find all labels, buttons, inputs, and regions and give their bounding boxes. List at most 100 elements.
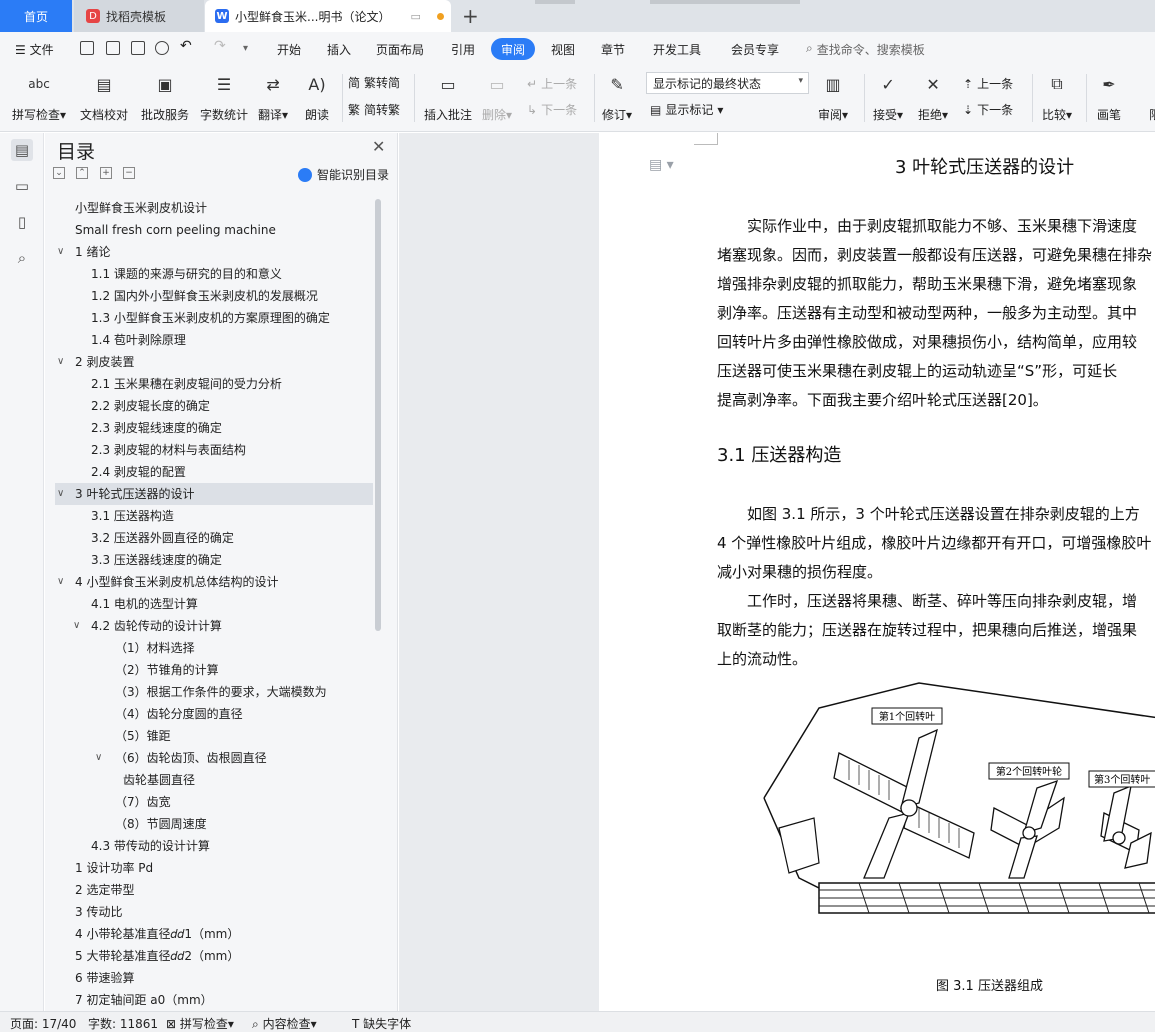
revise-button[interactable]: ✎ 修订▾ [602, 70, 632, 123]
menu-chapter[interactable]: 章节 [601, 41, 625, 58]
chevron-down-icon[interactable]: ∨ [95, 747, 102, 769]
export-pdf-icon[interactable] [106, 41, 120, 55]
toc-item[interactable]: ∨ 4.2 齿轮传动的设计计算 [55, 615, 373, 637]
chevron-down-icon[interactable]: ∨ [57, 483, 64, 505]
spell-check-button[interactable]: abc 拼写检查▾ [12, 70, 66, 123]
search-icon[interactable]: ⌕ [11, 247, 33, 269]
toc-item[interactable]: 小型鲜食玉米剥皮机设计 [55, 197, 373, 219]
spell-check-status[interactable]: ⊠ 拼写检查▾ [166, 1015, 234, 1032]
toc-item[interactable]: 4.3 带传动的设计计算 [55, 835, 373, 857]
smart-toc-button[interactable]: 智能识别目录 [298, 166, 389, 183]
toc-item[interactable]: 2.2 剥皮辊长度的确定 [55, 395, 373, 417]
prev-comment-button[interactable]: ↵ 上一条 [527, 75, 577, 92]
file-menu[interactable]: ☰ 文件 [15, 41, 54, 58]
toc-item[interactable]: （7）齿宽 [55, 791, 373, 813]
toc-item[interactable]: ∨ 3 叶轮式压送器的设计 [55, 483, 373, 505]
toc-item[interactable]: ∨ 4 小型鲜食玉米剥皮机总体结构的设计 [55, 571, 373, 593]
reject-button[interactable]: ✕ 拒绝▾ [918, 70, 948, 123]
chevron-down-icon[interactable]: ∨ [57, 241, 64, 263]
next-change-button[interactable]: ⇣ 下一条 [963, 101, 1013, 118]
toc-item[interactable]: 1.1 课题的来源与研究的目的和意义 [55, 263, 373, 285]
toc-item[interactable]: （4）齿轮分度圆的直径 [55, 703, 373, 725]
toc-item[interactable]: （5）锥距 [55, 725, 373, 747]
menu-start[interactable]: 开始 [277, 41, 301, 58]
toc-item[interactable]: 1 设计功率 Pd [55, 857, 373, 879]
toc-item[interactable]: 1.4 苞叶剥除原理 [55, 329, 373, 351]
toc-item[interactable]: Small fresh corn peeling machine [55, 219, 373, 241]
toc-item[interactable]: 2.4 剥皮辊的配置 [55, 461, 373, 483]
menu-reference[interactable]: 引用 [451, 41, 475, 58]
batch-service-button[interactable]: ▣ 批改服务 [141, 70, 189, 123]
tab-document[interactable]: W 小型鲜食玉米...明书（论文） ▭ [205, 0, 451, 32]
toc-panel-icon[interactable]: ▤ [11, 139, 33, 161]
menu-insert[interactable]: 插入 [327, 41, 351, 58]
delete-comment-button[interactable]: ▭ 删除▾ [482, 70, 512, 123]
compare-button[interactable]: ⧉ 比较▾ [1042, 70, 1072, 123]
tab-home[interactable]: 首页 [0, 0, 72, 32]
toc-item[interactable]: 3.2 压送器外圆直径的确定 [55, 527, 373, 549]
word-count-button[interactable]: ☰ 字数统计 [200, 70, 248, 123]
toc-item[interactable]: 4.1 电机的选型计算 [55, 593, 373, 615]
menu-membership[interactable]: 会员专享 [731, 41, 779, 58]
chevron-down-icon[interactable]: ∨ [57, 351, 64, 373]
collapse-all-icon[interactable]: ⌄ [53, 167, 65, 179]
menu-view[interactable]: 视图 [551, 41, 575, 58]
page-indicator[interactable]: 页面: 17/40 [10, 1015, 76, 1032]
chapter-nav-icon[interactable]: ▭ [11, 175, 33, 197]
missing-font-status[interactable]: T 缺失字体 [352, 1015, 411, 1032]
expand-up-icon[interactable]: ⌃ [76, 167, 88, 179]
toc-item[interactable]: 4 小带轮基准直径𝑑𝑑1（mm） [55, 923, 373, 945]
prev-change-button[interactable]: ⇡ 上一条 [963, 75, 1013, 92]
toc-item[interactable]: ∨ 2 剥皮装置 [55, 351, 373, 373]
toc-item[interactable]: 2.3 剥皮辊的材料与表面结构 [55, 439, 373, 461]
translate-button[interactable]: ⇄ 翻译▾ [258, 70, 288, 123]
chevron-down-icon[interactable]: ∨ [73, 615, 80, 637]
toc-item[interactable]: 2.3 剥皮辊线速度的确定 [55, 417, 373, 439]
bookmark-icon[interactable]: ▯ [11, 211, 33, 233]
toc-item[interactable]: 1.3 小型鲜食玉米剥皮机的方案原理图的确定 [55, 307, 373, 329]
toc-item[interactable]: 齿轮基圆直径 [55, 769, 373, 791]
document-page[interactable]: ▤ ▾ 3 叶轮式压送器的设计 实际作业中，由于剥皮辊抓取能力不够、玉米果穗下滑… [599, 133, 1155, 1011]
read-aloud-button[interactable]: A) 朗读 [304, 70, 330, 123]
toc-item[interactable]: 3 传动比 [55, 901, 373, 923]
show-markup-button[interactable]: ▤ 显示标记 ▾ [650, 101, 723, 118]
toc-item[interactable]: （8）节圆周速度 [55, 813, 373, 835]
toc-item[interactable]: （2）节锥角的计算 [55, 659, 373, 681]
content-check-status[interactable]: ⌕ 内容检查▾ [252, 1015, 317, 1032]
toc-item[interactable]: 3.1 压送器构造 [55, 505, 373, 527]
command-search[interactable]: ⌕ 查找命令、搜索模板 [806, 41, 925, 58]
toc-item[interactable]: 7 初定轴间距 a0（mm） [55, 989, 373, 1007]
chevron-down-icon[interactable]: ∨ [57, 571, 64, 593]
undo-icon[interactable]: ↶ [180, 38, 192, 54]
pen-button[interactable]: ✒ 画笔 [1096, 70, 1122, 123]
markup-state-select[interactable]: 显示标记的最终状态 ▾ [646, 72, 809, 94]
toc-item[interactable]: （3）根据工作条件的要求，大端模数为 [55, 681, 373, 703]
insert-comment-button[interactable]: ▭ 插入批注 [424, 70, 472, 123]
restrict-button[interactable]: 限 [1142, 70, 1155, 123]
word-count-indicator[interactable]: 字数: 11861 [88, 1015, 158, 1032]
print-preview-icon[interactable] [155, 41, 169, 55]
toc-scrollbar[interactable] [375, 199, 381, 631]
toc-item[interactable]: （1）材料选择 [55, 637, 373, 659]
toc-item[interactable]: ∨ （6）齿轮齿顶、齿根圆直径 [55, 747, 373, 769]
toc-item[interactable]: 5 大带轮基准直径𝑑𝑑2（mm） [55, 945, 373, 967]
menu-dev-tools[interactable]: 开发工具 [653, 41, 701, 58]
tab-find-template[interactable]: D 找稻壳模板 [74, 0, 204, 32]
page-layout-icon[interactable]: ▤ ▾ [649, 157, 674, 173]
toc-item[interactable]: 6 带速验算 [55, 967, 373, 989]
next-comment-button[interactable]: ↳ 下一条 [527, 101, 577, 118]
menu-page-layout[interactable]: 页面布局 [376, 41, 424, 58]
close-icon[interactable]: ✕ [372, 137, 385, 156]
redo-icon[interactable]: ↷ [214, 38, 226, 54]
simp-to-trad-button[interactable]: 繁简转繁 [348, 101, 400, 118]
review-pane-button[interactable]: ▥ 审阅▾ [818, 70, 848, 123]
add-heading-icon[interactable]: + [100, 167, 112, 179]
quick-access-more-icon[interactable]: ▾ [243, 43, 248, 54]
toc-item[interactable]: 2.1 玉米果穗在剥皮辊间的受力分析 [55, 373, 373, 395]
toc-item[interactable]: 1.2 国内外小型鲜食玉米剥皮机的发展概况 [55, 285, 373, 307]
toc-item[interactable]: 3.3 压送器线速度的确定 [55, 549, 373, 571]
trad-to-simp-button[interactable]: 简繁转简 [348, 74, 400, 91]
print-icon[interactable] [131, 41, 145, 55]
new-tab-plus-icon[interactable]: + [462, 4, 479, 28]
save-icon[interactable] [80, 41, 94, 55]
